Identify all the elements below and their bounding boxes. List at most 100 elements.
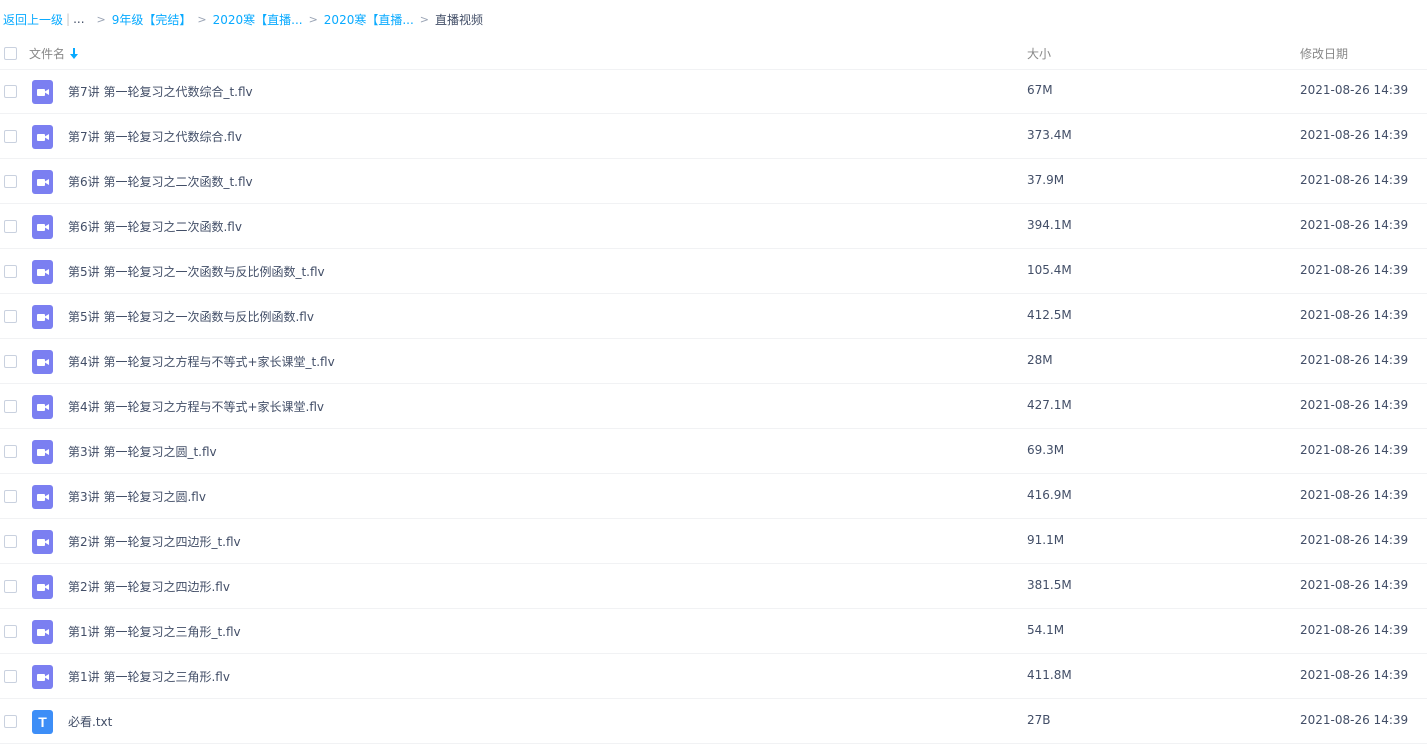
video-file-icon [32,665,53,689]
breadcrumb-item-winter-live-1[interactable]: 2020寒【直播... [213,11,303,28]
file-row[interactable]: 第7讲 第一轮复习之代数综合.flv 373.4M 2021-08-26 14:39 [0,114,1427,159]
row-checkbox[interactable] [4,85,17,98]
file-size: 91.1M [1027,533,1065,547]
file-date: 2021-08-26 14:39 [1300,83,1409,97]
file-date: 2021-08-26 14:39 [1300,488,1409,502]
file-list-header: 文件名 大小 修改日期 [0,38,1427,70]
file-size: 67M [1027,83,1053,97]
row-checkbox[interactable] [4,670,17,683]
column-header-date[interactable]: 修改日期 [1300,45,1348,62]
breadcrumb-item-grade9[interactable]: 9年级【完结】 [112,11,192,28]
file-date: 2021-08-26 14:39 [1300,668,1409,682]
column-header-name-label: 文件名 [29,47,66,61]
file-name[interactable]: 第7讲 第一轮复习之代数综合.flv [68,128,242,145]
file-date: 2021-08-26 14:39 [1300,578,1409,592]
file-row[interactable]: 第5讲 第一轮复习之一次函数与反比例函数.flv 412.5M 2021-08-26… [0,294,1427,339]
file-name[interactable]: 第5讲 第一轮复习之一次函数与反比例函数.flv [68,308,314,325]
row-checkbox[interactable] [4,310,17,323]
file-size: 416.9M [1027,488,1072,502]
file-name[interactable]: 第6讲 第一轮复习之二次函数_t.flv [68,173,253,190]
file-row[interactable]: 第6讲 第一轮复习之二次函数.flv 394.1M 2021-08-26 14:39 [0,204,1427,249]
video-file-icon [32,530,53,554]
row-checkbox[interactable] [4,580,17,593]
file-date: 2021-08-26 14:39 [1300,308,1409,322]
file-row[interactable]: 第1讲 第一轮复习之三角形_t.flv 54.1M 2021-08-26 14:39 [0,609,1427,654]
file-row[interactable]: 第2讲 第一轮复习之四边形.flv 381.5M 2021-08-26 14:39 [0,564,1427,609]
file-name[interactable]: 第2讲 第一轮复习之四边形.flv [68,578,230,595]
file-name[interactable]: 第4讲 第一轮复习之方程与不等式+家长课堂_t.flv [68,353,335,370]
sort-down-arrow-icon[interactable] [70,48,79,59]
row-checkbox[interactable] [4,445,17,458]
breadcrumb-item-winter-live-2[interactable]: 2020寒【直播... [324,11,414,28]
file-name[interactable]: 必看.txt [68,713,112,730]
row-checkbox[interactable] [4,265,17,278]
file-row[interactable]: 第4讲 第一轮复习之方程与不等式+家长课堂_t.flv 28M 2021-08-26… [0,339,1427,384]
chevron-right-icon: > [308,12,318,26]
column-header-name[interactable]: 文件名 [29,45,79,62]
file-row[interactable]: 第3讲 第一轮复习之圆_t.flv 69.3M 2021-08-26 14:39 [0,429,1427,474]
file-row[interactable]: 第7讲 第一轮复习之代数综合_t.flv 67M 2021-08-26 14:39 [0,69,1427,114]
file-size: 27B [1027,713,1051,727]
file-size: 28M [1027,353,1053,367]
file-row[interactable]: T 必看.txt 27B 2021-08-26 14:39 [0,699,1427,744]
video-file-icon [32,80,53,104]
row-checkbox[interactable] [4,220,17,233]
file-size: 394.1M [1027,218,1072,232]
file-date: 2021-08-26 14:39 [1300,533,1409,547]
text-file-icon: T [32,710,53,734]
breadcrumb: 返回上一级 | ... > 9年级【完结】 > 2020寒【直播... > 20… [0,0,1427,38]
file-name[interactable]: 第1讲 第一轮复习之三角形.flv [68,668,230,685]
breadcrumb-current: 直播视频 [435,12,484,27]
video-file-icon [32,125,53,149]
file-size: 412.5M [1027,308,1072,322]
row-checkbox[interactable] [4,535,17,548]
row-checkbox[interactable] [4,175,17,188]
file-name[interactable]: 第1讲 第一轮复习之三角形_t.flv [68,623,241,640]
file-row[interactable]: 第2讲 第一轮复习之四边形_t.flv 91.1M 2021-08-26 14:39 [0,519,1427,564]
row-checkbox[interactable] [4,490,17,503]
file-name[interactable]: 第5讲 第一轮复习之一次函数与反比例函数_t.flv [68,263,325,280]
row-checkbox[interactable] [4,625,17,638]
video-file-icon [32,440,53,464]
row-checkbox[interactable] [4,130,17,143]
breadcrumb-ellipsis[interactable]: ... [73,12,84,26]
select-all-checkbox[interactable] [4,47,17,60]
row-checkbox[interactable] [4,400,17,413]
file-row[interactable]: 第5讲 第一轮复习之一次函数与反比例函数_t.flv 105.4M 2021-08-… [0,249,1427,294]
file-date: 2021-08-26 14:39 [1300,623,1409,637]
file-row[interactable]: 第6讲 第一轮复习之二次函数_t.flv 37.9M 2021-08-26 14:3… [0,159,1427,204]
file-date: 2021-08-26 14:39 [1300,353,1409,367]
file-list: 第7讲 第一轮复习之代数综合_t.flv 67M 2021-08-26 14:39 第… [0,69,1427,744]
row-checkbox[interactable] [4,355,17,368]
video-file-icon [32,620,53,644]
file-row[interactable]: 第1讲 第一轮复习之三角形.flv 411.8M 2021-08-26 14:39 [0,654,1427,699]
chevron-right-icon: > [96,12,106,26]
file-size: 54.1M [1027,623,1065,637]
file-name[interactable]: 第2讲 第一轮复习之四边形_t.flv [68,533,241,550]
row-checkbox[interactable] [4,715,17,728]
file-size: 373.4M [1027,128,1072,142]
video-file-icon [32,260,53,284]
file-name[interactable]: 第3讲 第一轮复习之圆.flv [68,488,206,505]
file-row[interactable]: 第3讲 第一轮复习之圆.flv 416.9M 2021-08-26 14:39 [0,474,1427,519]
video-file-icon [32,485,53,509]
file-name[interactable]: 第4讲 第一轮复习之方程与不等式+家长课堂.flv [68,398,324,415]
video-file-icon [32,395,53,419]
file-row[interactable]: 第4讲 第一轮复习之方程与不等式+家长课堂.flv 427.1M 2021-08-2… [0,384,1427,429]
file-date: 2021-08-26 14:39 [1300,173,1409,187]
back-link[interactable]: 返回上一级 [3,11,63,28]
file-size: 427.1M [1027,398,1072,412]
video-file-icon [32,215,53,239]
breadcrumb-divider: | [66,12,71,26]
file-date: 2021-08-26 14:39 [1300,263,1409,277]
file-name[interactable]: 第7讲 第一轮复习之代数综合_t.flv [68,83,253,100]
file-date: 2021-08-26 14:39 [1300,398,1409,412]
video-file-icon [32,350,53,374]
file-size: 69.3M [1027,443,1065,457]
file-date: 2021-08-26 14:39 [1300,218,1409,232]
video-file-icon [32,170,53,194]
column-header-size: 大小 [1027,47,1052,61]
file-name[interactable]: 第3讲 第一轮复习之圆_t.flv [68,443,217,460]
file-name[interactable]: 第6讲 第一轮复习之二次函数.flv [68,218,242,235]
file-size: 411.8M [1027,668,1072,682]
